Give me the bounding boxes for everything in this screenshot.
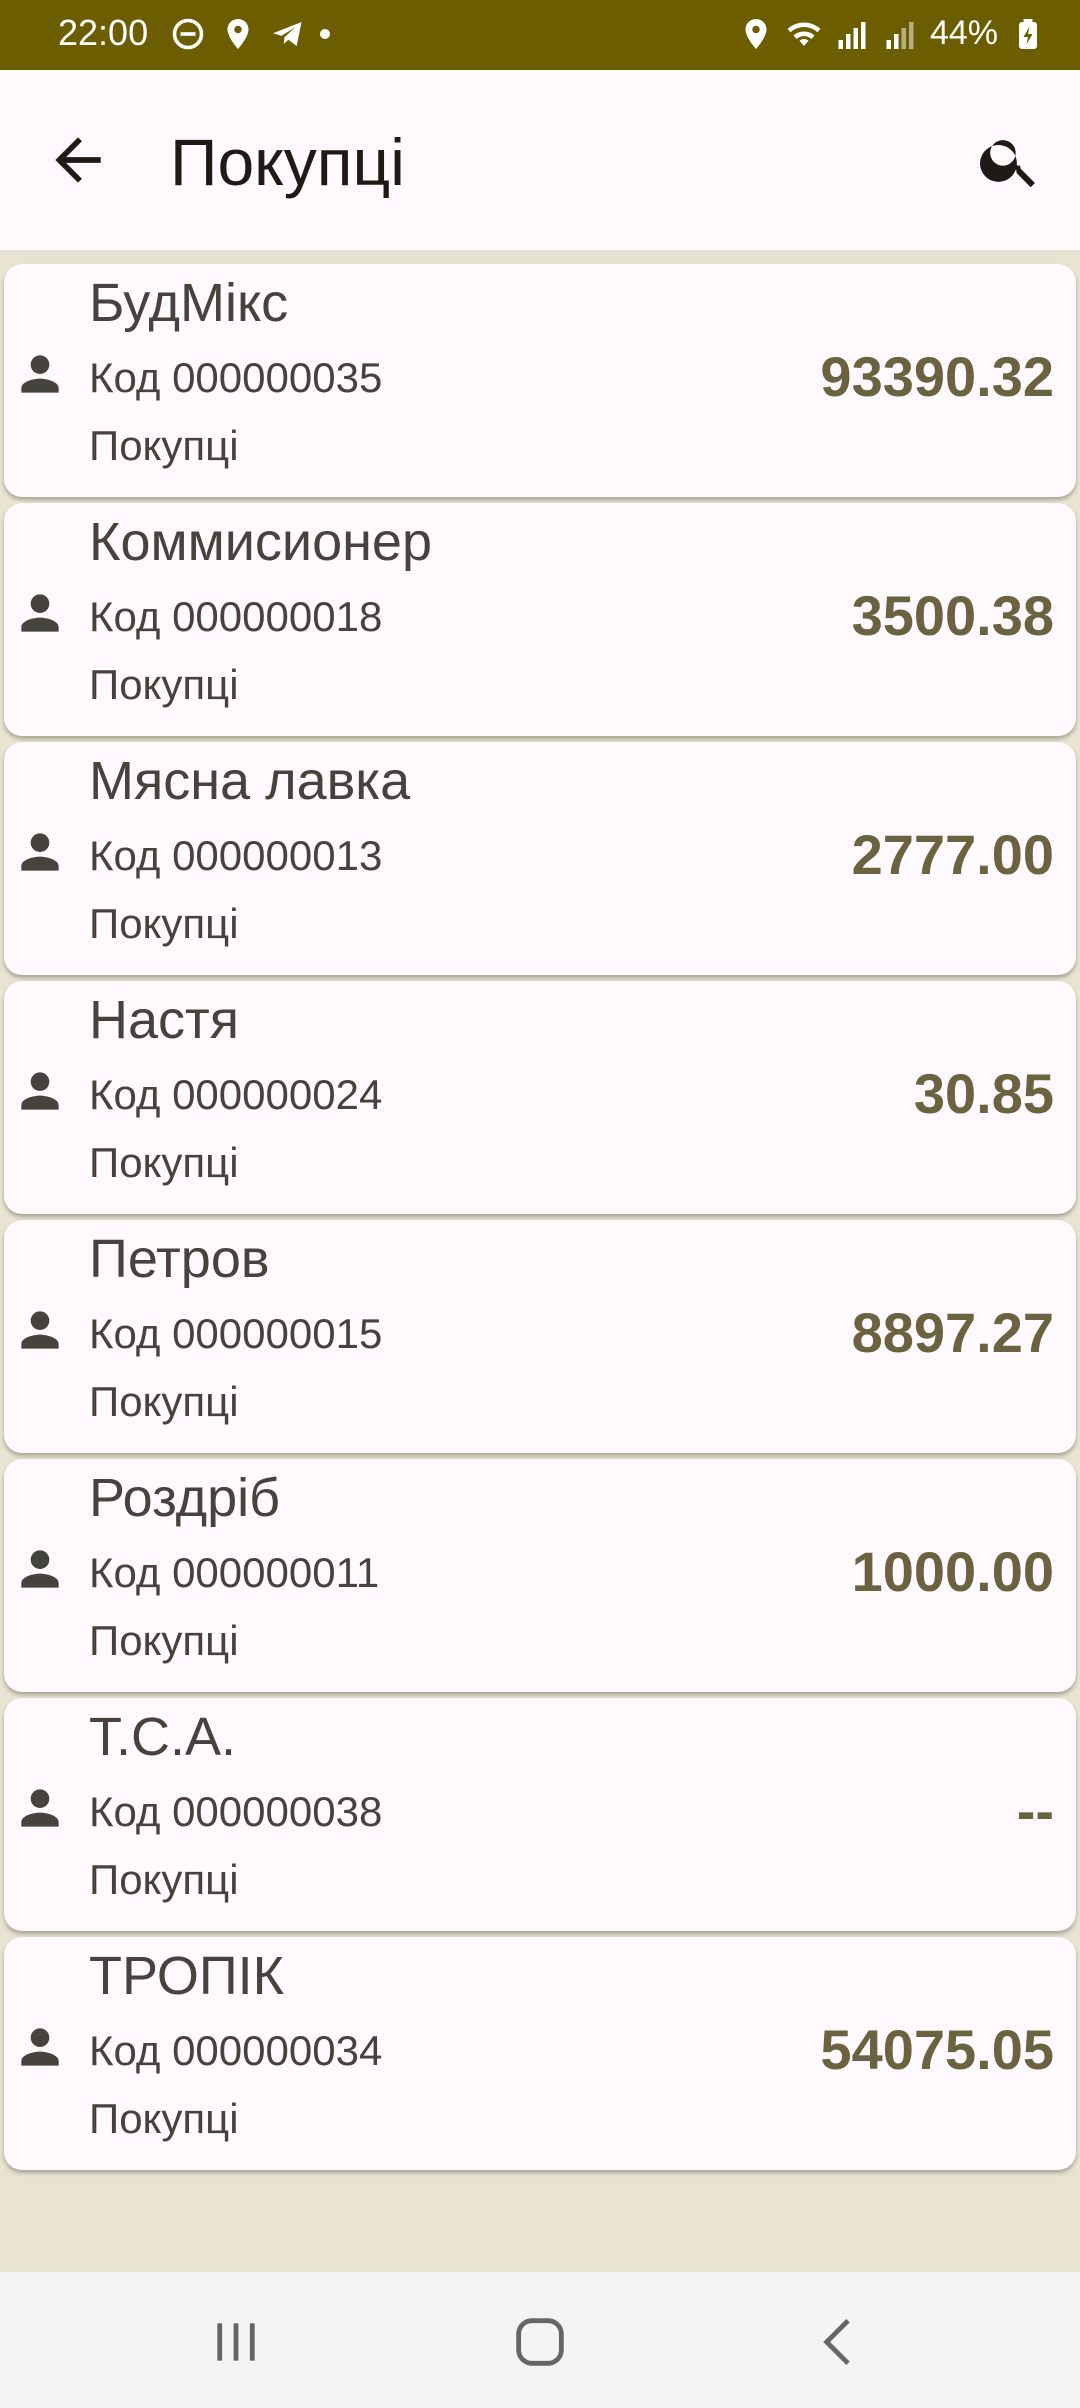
person-icon [21, 2028, 59, 2066]
person-icon [21, 833, 59, 871]
page-title: Покупці [170, 125, 405, 199]
item-amount: 2777.00 [851, 823, 1054, 886]
item-amount: 1000.00 [851, 1540, 1054, 1603]
list-item[interactable]: БудМікс Код 000000035 Покупці 93390.32 [4, 264, 1076, 497]
do-not-disturb-icon [172, 18, 204, 50]
status-left-icons [170, 16, 330, 52]
person-icon [21, 594, 59, 632]
status-right-icons: 44% [738, 14, 1046, 53]
battery-percent: 44% [929, 14, 998, 52]
item-group: Покупці [89, 661, 239, 708]
notification-dot-icon [320, 29, 330, 39]
status-bar: 22:00 44% [0, 0, 1080, 70]
person-icon [21, 1789, 59, 1827]
person-icon [21, 1550, 59, 1588]
list-item[interactable]: Мясна лавка Код 000000013 Покупці 2777.0… [4, 742, 1076, 975]
item-group: Покупці [89, 422, 239, 469]
list-item[interactable]: ТРОПІК Код 000000034 Покупці 54075.05 [4, 1937, 1076, 2170]
item-amount: 93390.32 [820, 345, 1054, 408]
item-code: Код 000000013 [89, 832, 383, 879]
item-name: Настя [89, 990, 240, 1050]
system-nav-bar [0, 2272, 1080, 2408]
item-name: Коммисионер [89, 512, 432, 572]
person-icon [21, 355, 59, 393]
item-code: Код 000000035 [89, 354, 383, 401]
customer-list: БудМікс Код 000000035 Покупці 93390.32 К… [4, 264, 1076, 2176]
list-item[interactable]: Роздріб Код 000000011 Покупці 1000.00 [4, 1459, 1076, 1692]
item-code: Код 000000024 [89, 1071, 383, 1118]
location-icon [227, 19, 249, 49]
list-item[interactable]: Настя Код 000000024 Покупці 30.85 [4, 981, 1076, 1214]
item-group: Покупці [89, 900, 239, 947]
item-amount: 3500.38 [851, 584, 1054, 647]
search-icon[interactable] [976, 126, 1044, 194]
list-item[interactable]: Т.С.А. Код 000000038 Покупці -- [4, 1698, 1076, 1931]
item-group: Покупці [89, 1617, 239, 1664]
signal-icon [886, 21, 914, 49]
list-item[interactable]: Петров Код 000000015 Покупці 8897.27 [4, 1220, 1076, 1453]
app-bar: Покупці [0, 70, 1080, 250]
item-amount: 54075.05 [820, 2018, 1054, 2081]
item-amount: -- [1016, 1779, 1054, 1842]
person-icon [21, 1311, 59, 1349]
item-name: Мясна лавка [89, 751, 411, 811]
signal-icon [838, 21, 866, 49]
item-group: Покупці [89, 1139, 239, 1186]
telegram-icon [273, 22, 302, 46]
item-amount: 30.85 [913, 1062, 1054, 1125]
item-code: Код 000000018 [89, 593, 383, 640]
list-item[interactable]: Коммисионер Код 000000018 Покупці 3500.3… [4, 503, 1076, 736]
person-icon [21, 1072, 59, 1110]
home-icon[interactable] [508, 2310, 572, 2374]
item-name: БудМікс [89, 273, 289, 333]
item-name: ТРОПІК [89, 1946, 285, 2006]
back-arrow-icon[interactable] [44, 126, 112, 194]
item-group: Покупці [89, 2095, 239, 2142]
item-group: Покупці [89, 1856, 239, 1903]
item-name: Роздріб [89, 1468, 281, 1528]
item-name: Т.С.А. [89, 1707, 237, 1767]
wifi-icon [787, 21, 821, 46]
status-time: 22:00 [58, 12, 149, 53]
recent-apps-icon[interactable] [204, 2310, 268, 2374]
item-amount: 8897.27 [851, 1301, 1054, 1364]
item-code: Код 000000038 [89, 1788, 383, 1835]
item-group: Покупці [89, 1378, 239, 1425]
back-nav-icon[interactable] [808, 2310, 872, 2374]
item-code: Код 000000034 [89, 2027, 383, 2074]
location-icon [745, 18, 767, 49]
item-name: Петров [89, 1229, 270, 1289]
item-code: Код 000000011 [89, 1549, 380, 1596]
battery-charging-icon [1019, 18, 1037, 49]
item-code: Код 000000015 [89, 1310, 383, 1357]
